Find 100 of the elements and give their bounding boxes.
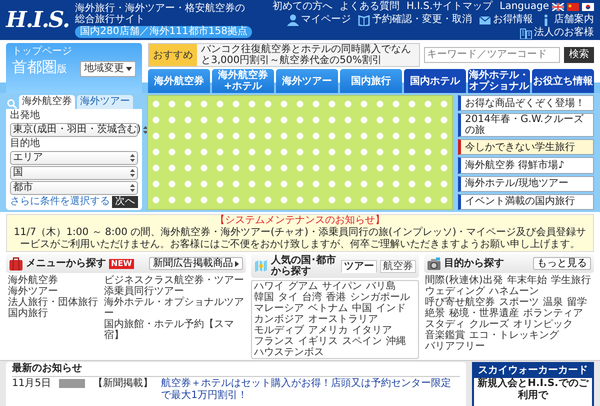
sidebar-item[interactable]: 今しかできない学生旅行 [458,139,594,156]
search-tab[interactable]: 海外ツアー [77,95,133,109]
destination-link[interactable]: オーストラリア [308,314,378,325]
destination-link[interactable]: サイパン [322,281,362,292]
purpose-link[interactable]: 絶景 [425,308,445,319]
menu-link[interactable]: 海外ホテル・オプショナルツアー [104,297,244,319]
suitcase-icon [9,256,23,270]
recommend-link[interactable]: バンコク往復航空券とホテルの同時購入でなんと3,000円割引～航空券代金の50%割引 [197,44,419,66]
see-more-button[interactable]: もっと見る [533,257,591,270]
map-icon [254,259,268,273]
purpose-link[interactable]: エコ・トレッキング [469,330,559,341]
search-field[interactable]: キーワード／ツアーコード [424,47,560,63]
category-tab[interactable]: ツアー [341,260,377,272]
dropdown[interactable]: エリア [10,151,138,165]
destination-link[interactable]: タイ [278,292,298,303]
newspaper-ad-button[interactable]: 新聞広告掲載商品 [149,257,243,270]
purpose-link[interactable]: 間際(秋連休)出発 [425,275,503,286]
nav-tab[interactable]: 国内ホテル [404,69,466,93]
destination-link[interactable]: ハワイ [254,281,284,292]
destination-link[interactable]: 中国 [352,303,372,314]
destination-link[interactable]: ベトナム [308,303,348,314]
section-title: 目的から探す [444,258,504,269]
destination-link[interactable]: バリ島 [366,281,396,292]
news-link[interactable]: 航空券＋ホテルはセット購入がお得！店頭又は予約センター限定で最大1万円割引！ [161,378,460,402]
menu-link[interactable]: 法人旅行・団体旅行 [8,297,101,308]
sidebar-item[interactable]: 海外航空券 得鮮市場♪ [458,157,594,174]
menu-link[interactable]: 海外航空券 [8,275,101,286]
destination-link[interactable]: ハウステンボス [254,347,324,358]
menu-link[interactable]: 国内旅行 [8,308,101,319]
header-link[interactable]: お得情報 [493,14,533,26]
sidebar-item[interactable]: 海外ホテル/現地ツアー [458,176,594,192]
destination-link[interactable]: カンボジア [254,314,304,325]
dropdown[interactable]: 国 [10,166,138,180]
destination-link[interactable]: 台湾 [302,292,322,303]
sidebar-item[interactable]: 2014年春・G.W.クルーズの旅 [458,113,594,138]
destination-link[interactable]: 沖縄 [386,336,406,347]
caret-icon [126,66,132,70]
nav-tab[interactable]: お役立ち情報 [532,69,594,93]
header-link[interactable]: H.I.S.サイトマップ [406,1,493,13]
purpose-link[interactable]: 温泉 [543,297,563,308]
card-ad[interactable]: スカイウォーカーカード 新規入会とH.I.S.でのご利用で [472,362,594,406]
nav-tab[interactable]: 海外航空券+ホテル [212,69,274,93]
flag-icon[interactable] [582,3,594,11]
header-link[interactable]: よくある質問 [339,1,400,13]
purpose-link[interactable]: 音楽鑑賞 [425,330,465,341]
dropdown[interactable]: 都市 [10,181,138,195]
purpose-link[interactable]: ボランティア [523,308,583,319]
purpose-link[interactable]: バリアフリー [425,341,485,352]
menu-link[interactable]: 海外ツアー [8,286,101,297]
destination-link[interactable]: イギリス [298,336,338,347]
destination-link[interactable]: スペイン [342,336,382,347]
flag-icon[interactable] [552,3,564,11]
card-ad-title: スカイウォーカーカード [474,364,592,378]
purpose-link[interactable]: 秘境・世界遺産 [449,308,519,319]
destination-link[interactable]: イタリア [352,325,392,336]
next-button[interactable]: 次へ [112,196,138,208]
purpose-link[interactable]: オリンピック [513,319,573,330]
search-tab[interactable]: 海外航空券 [19,95,75,109]
category-tab[interactable]: 航空券 [380,260,416,272]
updown-arrow-icon [130,184,135,192]
destination-link[interactable]: シンガポール [350,292,410,303]
destination-link[interactable]: インド [376,303,406,314]
news-heading: 最新のお知らせ [12,363,460,377]
recommend-label: おすすめ [149,44,197,66]
region-change-button[interactable]: 地域変更 [80,60,136,76]
purpose-link[interactable]: スタディ [425,319,465,330]
site-logo[interactable]: H.I.S. [6,7,70,33]
purpose-link[interactable]: クルーズ [469,319,509,330]
purpose-link[interactable]: ハネムーン [489,286,539,297]
nav-tab[interactable]: 海外航空券 [148,69,210,93]
menu-link[interactable]: ビジネスクラス航空券・ツアー [104,275,244,286]
destination-link[interactable]: マレーシア [254,303,304,314]
destination-link[interactable]: アメリカ [308,325,348,336]
nav-tab[interactable]: 海外ホテル・オプショナル [468,69,530,93]
header-link[interactable]: 初めての方へ [272,1,332,13]
book-icon [358,14,370,26]
field-label: 出発地 [10,110,41,122]
purpose-link[interactable]: スポーツ [499,297,539,308]
search-button[interactable]: 検索 [564,47,594,63]
header-link[interactable]: 予約確認・変更・取消 [372,14,472,26]
destination-link[interactable]: モルディブ [254,325,304,336]
sidebar-item[interactable]: イベント満載の国内旅行 [458,194,594,210]
purpose-link[interactable]: 呼び寄せ航空券 [425,297,495,308]
purpose-link[interactable]: 年末年始 [506,275,547,286]
nav-tab[interactable]: 国内旅行 [340,69,402,93]
destination-link[interactable]: 香港 [326,292,346,303]
sidebar-item[interactable]: お得な商品ぞくぞく登場！ [458,95,594,112]
more-conditions-link[interactable]: さらに条件を選択する [10,196,110,208]
menu-link[interactable]: 国内旅館・ホテル予約【スマ宿】 [104,319,244,341]
header-link[interactable]: 法人のお客様 [534,27,594,39]
purpose-link[interactable]: 留学 [567,297,587,308]
nav-tab[interactable]: 海外ツアー [276,69,338,93]
destination-link[interactable]: フランス [254,336,294,347]
header-link[interactable]: 店舗案内 [554,14,594,26]
destination-link[interactable]: グアム [288,281,318,292]
purpose-link[interactable]: ウェディング [425,286,485,297]
destination-link[interactable]: 韓国 [254,292,274,303]
purpose-link[interactable]: 学生旅行 [550,275,591,286]
menu-link[interactable]: 添乗員同行ツアー [104,286,244,297]
header-link[interactable]: マイページ [301,14,351,26]
